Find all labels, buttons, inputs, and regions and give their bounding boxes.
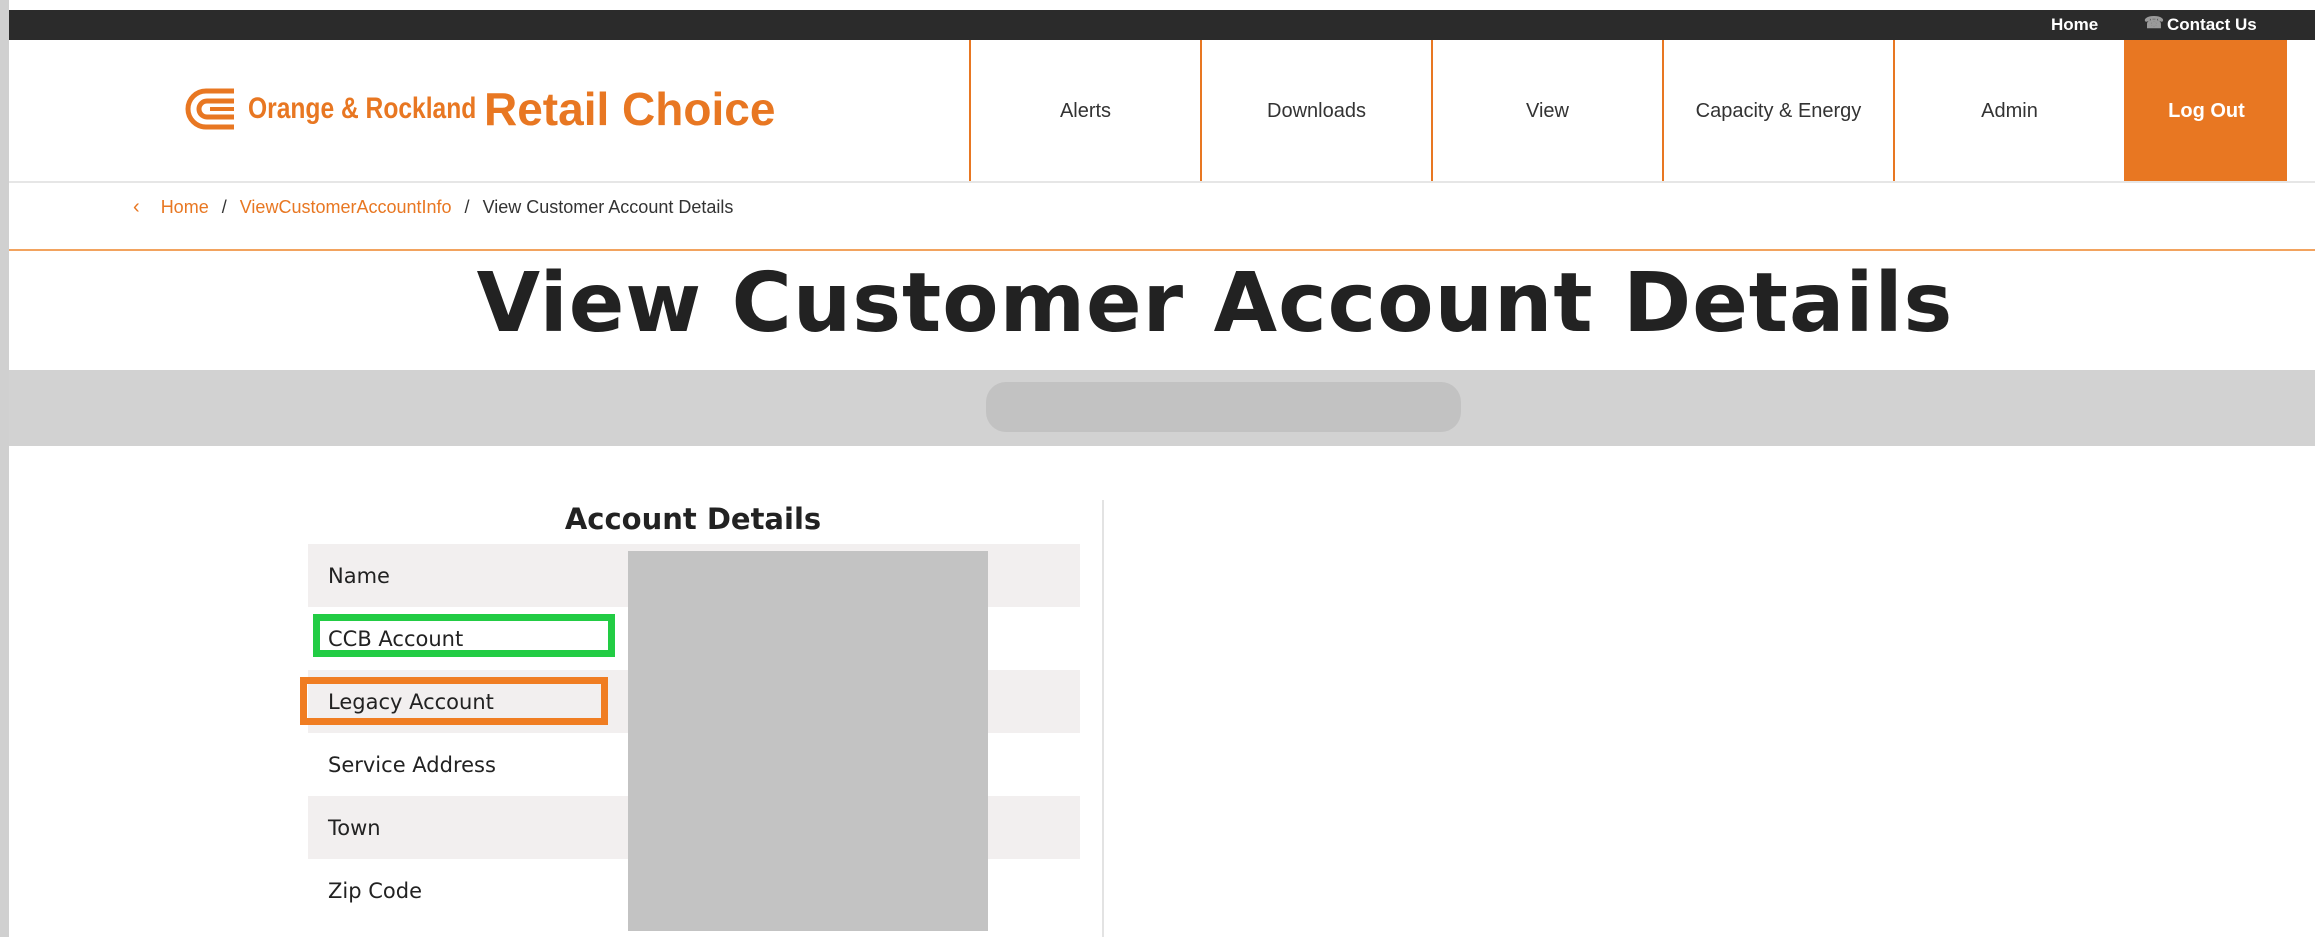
breadcrumb: ‹ Home / ViewCustomerAccountInfo / View … [133,196,733,219]
field-label: Service Address [328,752,496,777]
nav-item-view[interactable]: View [1431,40,1662,181]
brand-company-name: Orange & Rockland [248,92,477,125]
contact-icon: ☎ [2144,15,2164,32]
page-title: View Customer Account Details [476,256,1954,351]
column-divider [1102,500,1104,937]
breadcrumb-separator: / [221,197,227,217]
account-details-title: Account Details [564,502,822,536]
nav-item-capacity-energy[interactable]: Capacity & Energy [1662,40,1893,181]
redacted-values-block [628,551,988,931]
legacy-account-highlight [300,677,608,725]
breadcrumb-home[interactable]: Home [161,197,209,217]
nav-item-downloads[interactable]: Downloads [1200,40,1431,181]
ccb-account-highlight [313,614,615,657]
field-label: Zip Code [328,878,422,903]
utility-home-link[interactable]: Home [2051,15,2098,35]
account-banner [9,370,2315,446]
field-label: Name [328,563,390,588]
nav-item-alerts[interactable]: Alerts [969,40,1200,181]
logout-button[interactable]: Log Out [2124,40,2287,181]
utility-bar: Home ☎ Contact Us [9,10,2315,40]
nav-item-admin[interactable]: Admin [1893,40,2124,181]
utility-contact-link[interactable]: Contact Us [2167,15,2257,35]
redacted-banner-value [986,382,1461,432]
left-edge-rule [0,0,9,937]
breadcrumb-divider [9,249,2315,251]
brand-product-name: Retail Choice [484,83,776,135]
breadcrumb-current: View Customer Account Details [482,197,734,217]
site-header: Orange & Rockland Retail Choice Alerts D… [9,40,2315,183]
chevron-left-icon[interactable]: ‹ [133,196,140,218]
main-nav: Alerts Downloads View Capacity & Energy … [969,40,2287,181]
page: Home ☎ Contact Us Orange & Rockland Reta… [0,0,2315,937]
breadcrumb-view-customer-account-info[interactable]: ViewCustomerAccountInfo [240,197,452,217]
field-label: Town [328,815,381,840]
breadcrumb-separator: / [464,197,470,217]
brand-logo[interactable]: Orange & Rockland Retail Choice [184,83,776,135]
orange-rockland-logo-icon [185,88,234,130]
